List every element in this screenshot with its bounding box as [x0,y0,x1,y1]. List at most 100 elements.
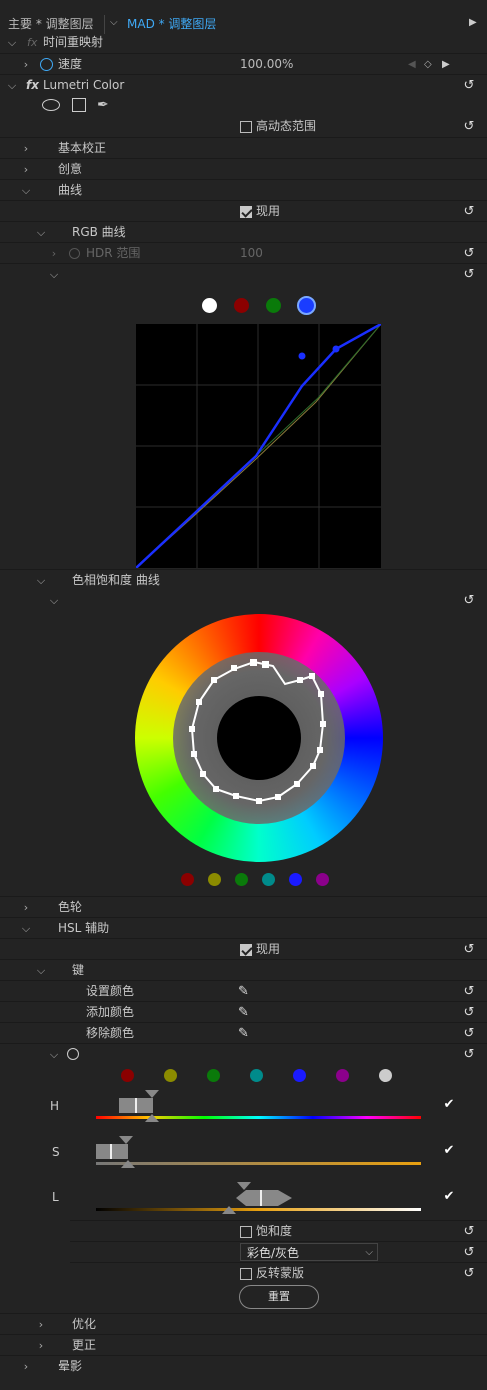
swatch-yellow[interactable] [208,873,221,886]
preset-blue[interactable] [293,1069,306,1082]
l-enable-check[interactable]: ✔ [442,1190,456,1204]
channel-blue-button[interactable] [297,296,316,315]
reset-icon[interactable]: ↺ [461,1044,477,1065]
chevron-down-icon[interactable]: ⌵ [35,960,47,981]
curve-point[interactable] [298,352,306,360]
s-range-handle[interactable] [96,1144,128,1159]
preset-magenta[interactable] [336,1069,349,1082]
swatch-red[interactable] [181,873,194,886]
section-color-wheels[interactable]: › 色轮 [0,896,487,917]
preset-cyan[interactable] [250,1069,263,1082]
add-keyframe-icon[interactable]: ◇ [424,54,432,75]
chevron-down-icon[interactable]: ⌵ [48,264,60,285]
section-hue-sat[interactable]: ⌵ 色相饱和度 曲线 [0,569,487,590]
saturation-checkbox[interactable] [240,1226,252,1238]
section-correct[interactable]: › 更正 [0,1334,487,1355]
rectangle-mask-icon[interactable] [72,98,86,112]
channel-white-button[interactable] [202,298,217,313]
s-bottom-handle[interactable] [121,1160,135,1168]
s-top-handle[interactable] [119,1136,133,1144]
chevron-right-icon[interactable]: › [20,54,32,75]
curves-enable-checkbox[interactable] [240,206,252,218]
l-left-feather[interactable] [236,1190,246,1206]
s-enable-check[interactable]: ✔ [442,1144,456,1158]
reset-icon[interactable]: ↺ [461,981,477,1002]
section-basic[interactable]: › 基本校正 [0,137,487,158]
curve-point[interactable] [332,345,340,353]
pen-mask-icon[interactable]: ✒ [97,95,109,116]
reset-icon[interactable]: ↺ [461,264,477,285]
reset-icon[interactable]: ↺ [461,1242,477,1263]
section-hsl[interactable]: ⌵ HSL 辅助 [0,917,487,938]
channel-red-button[interactable] [234,298,249,313]
hsl-enable-checkbox[interactable] [240,944,252,956]
next-keyframe-icon[interactable]: ▶ [442,54,450,75]
chevron-down-icon[interactable]: ⌵ [6,32,18,53]
reset-icon[interactable]: ↺ [461,201,477,222]
reset-button[interactable]: 重置 [239,1285,319,1309]
chevron-right-icon[interactable]: › [20,897,32,918]
eyedropper-plus-icon[interactable]: ✎ [238,1002,249,1023]
reset-icon[interactable]: ↺ [461,939,477,960]
chevron-down-icon[interactable]: ⌵ [35,222,47,243]
hue-sat-curve[interactable] [135,614,383,862]
eyedropper-icon[interactable]: ✎ [238,981,249,1002]
chevron-down-icon[interactable]: ⌵ [20,918,32,939]
l-bottom-handle[interactable] [222,1206,236,1214]
chevron-down-icon[interactable]: ⌵ [35,570,47,591]
hdr-checkbox[interactable] [240,121,252,133]
chevron-right-icon[interactable]: › [20,159,32,180]
chevron-right-icon[interactable]: › [35,1314,47,1335]
section-vignette[interactable]: › 晕影 [0,1355,487,1376]
reset-icon[interactable]: ↺ [461,1263,477,1284]
reset-icon[interactable]: ↺ [461,1023,477,1044]
eyedropper-minus-icon[interactable]: ✎ [238,1023,249,1044]
reset-icon[interactable]: ↺ [461,1221,477,1242]
chevron-down-icon[interactable]: ⌵ [110,17,118,28]
prev-keyframe-icon[interactable]: ◀ [408,54,416,75]
chevron-right-icon[interactable]: › [35,1335,47,1356]
chevron-down-icon[interactable]: ⌵ [6,75,18,96]
play-icon[interactable]: ▶ [469,17,477,28]
ellipse-mask-icon[interactable] [42,99,60,111]
chevron-down-icon[interactable]: ⌵ [20,180,32,201]
reset-icon[interactable]: ↺ [461,1002,477,1023]
reset-icon[interactable]: ↺ [461,116,477,137]
l-slider-track[interactable] [96,1208,421,1211]
channel-green-button[interactable] [266,298,281,313]
section-key[interactable]: ⌵ 键 [0,959,487,980]
l-right-feather[interactable] [278,1190,292,1206]
stopwatch-icon[interactable] [67,1048,79,1060]
h-enable-check[interactable]: ✔ [442,1098,456,1112]
section-refine[interactable]: › 优化 [0,1313,487,1334]
chevron-right-icon[interactable]: › [20,1356,32,1377]
swatch-magenta[interactable] [316,873,329,886]
preset-gray[interactable] [379,1069,392,1082]
swatch-blue[interactable] [289,873,302,886]
section-creative[interactable]: › 创意 [0,158,487,179]
h-bottom-handle[interactable] [145,1114,159,1122]
h-top-handle[interactable] [145,1090,159,1098]
stopwatch-icon[interactable] [40,58,53,71]
swatch-green[interactable] [235,873,248,886]
preset-red[interactable] [121,1069,134,1082]
section-curves[interactable]: ⌵ 曲线 [0,179,487,200]
chevron-right-icon[interactable]: › [20,138,32,159]
invert-checkbox[interactable] [240,1268,252,1280]
fx-icon[interactable]: fx [26,75,39,96]
chevron-right-icon[interactable]: › [48,243,60,264]
s-slider-track[interactable] [96,1162,421,1165]
speed-value[interactable]: 100.00% [240,54,293,75]
l-top-handle[interactable] [237,1182,251,1190]
preset-yellow[interactable] [164,1069,177,1082]
reset-icon[interactable]: ↺ [461,590,477,611]
chevron-down-icon[interactable]: ⌵ [48,1044,60,1065]
preset-green[interactable] [207,1069,220,1082]
reset-icon[interactable]: ↺ [461,243,477,264]
rgb-curve-graph[interactable] [136,324,381,568]
chevron-down-icon[interactable]: ⌵ [48,590,60,611]
reset-icon[interactable]: ↺ [461,75,477,96]
rgb-curves-row[interactable]: ⌵ RGB 曲线 [0,221,487,242]
mode-dropdown[interactable]: 彩色/灰色 ⌵ [240,1243,378,1261]
l-range-handle[interactable] [246,1190,278,1206]
